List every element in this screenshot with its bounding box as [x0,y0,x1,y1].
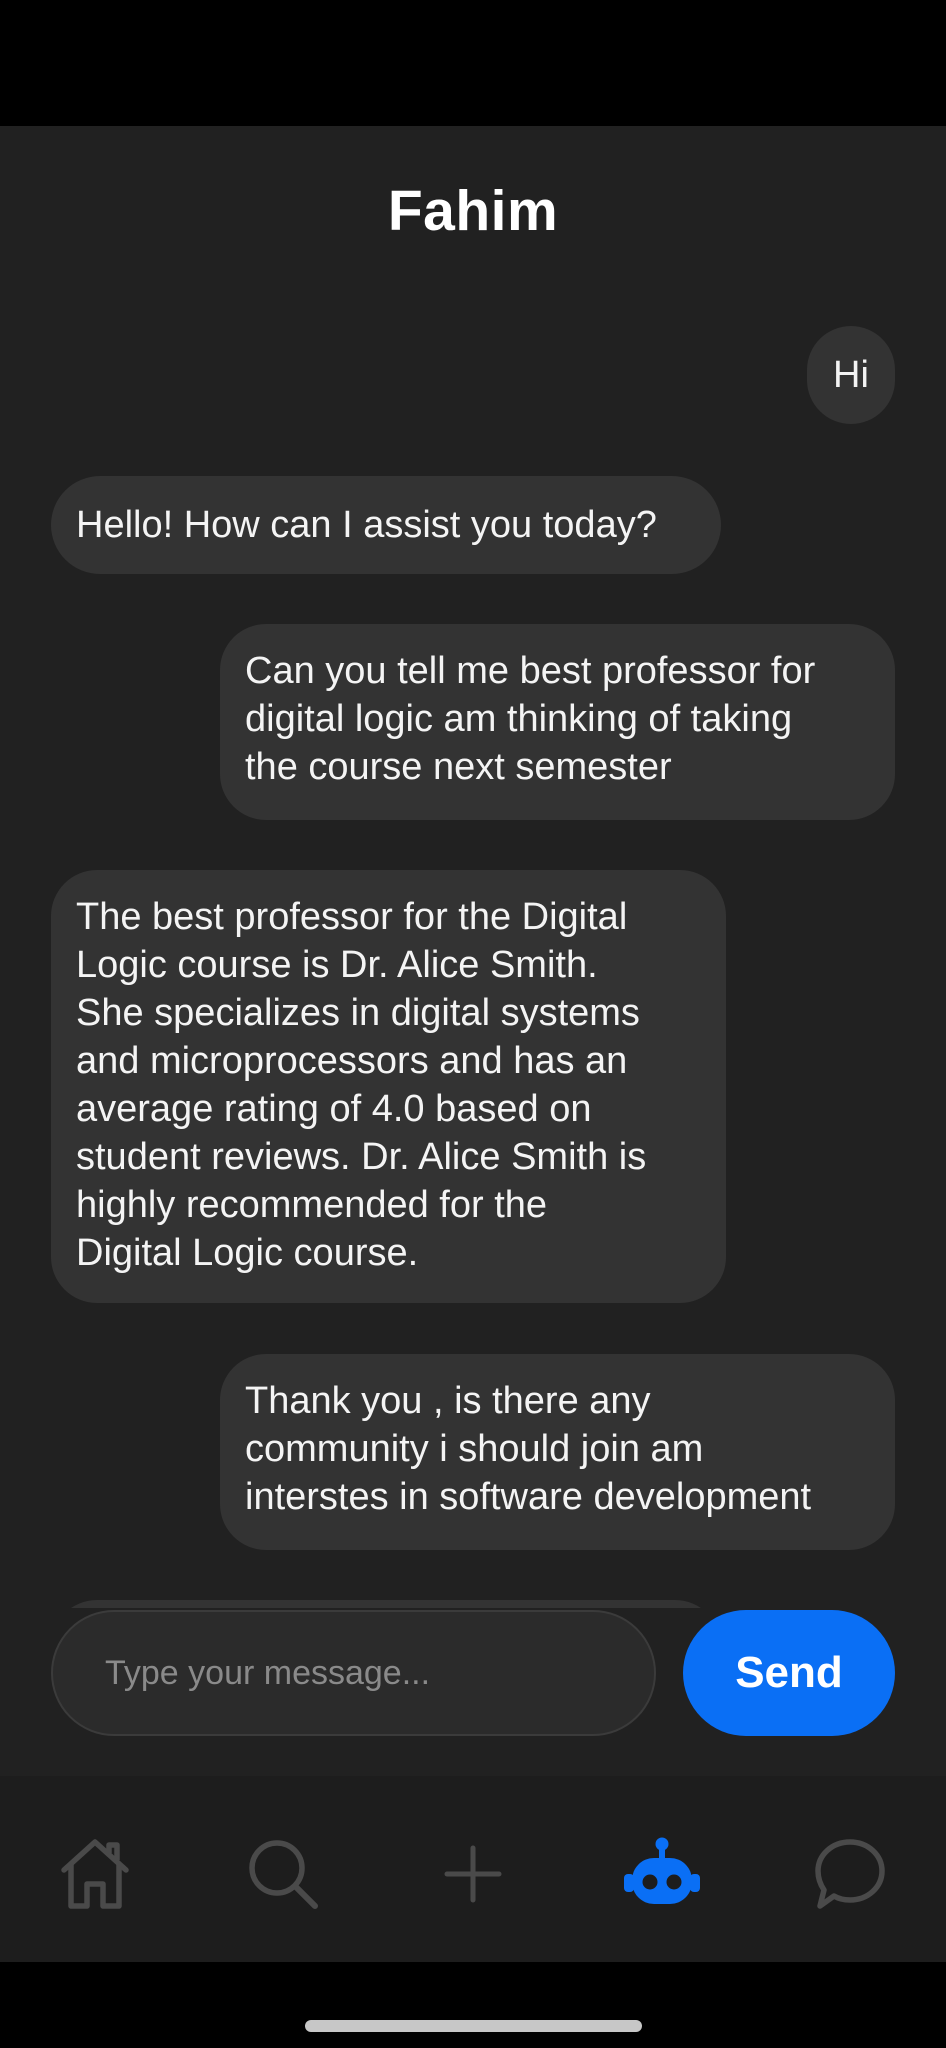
message-input[interactable] [53,1612,654,1734]
home-indicator[interactable] [305,2020,642,2032]
home-icon [61,1839,129,1909]
message-line: student reviews. Dr. Alice Smith is [76,1136,647,1178]
tab-home[interactable] [55,1834,135,1914]
message-line: Digital Logic course. [76,1232,419,1274]
message-line: interstes in software development [245,1476,812,1518]
user-message: Hi [807,326,895,424]
message-line: highly recommended for the [76,1184,548,1226]
plus-icon [444,1845,502,1903]
robot-icon [624,1837,700,1904]
user-message: Thank you , is there any community i sho… [220,1354,895,1550]
tab-search[interactable] [243,1834,323,1914]
status-bar [0,0,946,126]
page-title: Fahim [387,179,559,243]
message-line: average rating of 4.0 based on [76,1088,592,1130]
tab-create[interactable] [433,1834,513,1914]
send-button[interactable]: Send [683,1610,895,1736]
search-icon [249,1840,318,1909]
message-line: Can you tell me best professor for [245,650,816,692]
message-line: community i should join am [245,1428,704,1470]
message-text: Hi [833,354,869,396]
message-line: Logic course is Dr. Alice Smith. [76,944,598,986]
bot-message: The best professor for the Digital Logic… [51,870,726,1303]
message-line: digital logic am thinking of taking [245,698,793,740]
tab-bar [0,1776,946,1962]
message-line: The best professor for the Digital [76,896,628,938]
bot-message-partial [51,1600,721,1608]
chat-bubble-icon [815,1839,885,1909]
message-line: the course next semester [245,746,672,788]
message-line: She specializes in digital systems [76,992,640,1034]
user-message: Can you tell me best professor for digit… [220,624,895,820]
message-line: and microprocessors and has an [76,1040,628,1082]
bot-message: Hello! How can I assist you today? [51,476,721,574]
message-composer: Send [0,1608,946,1744]
tab-assistant[interactable] [622,1834,702,1914]
home-indicator-area [0,1962,946,2048]
message-text: Hello! How can I assist you today? [76,504,657,546]
message-list[interactable]: Hi Hello! How can I assist you today? Ca… [0,296,946,1608]
chat-screen: Fahim Hi Hello! How can I assist you tod… [0,126,946,1962]
tab-messages[interactable] [810,1834,890,1914]
message-line: Thank you , is there any [245,1380,651,1422]
message-input-container [51,1610,656,1736]
